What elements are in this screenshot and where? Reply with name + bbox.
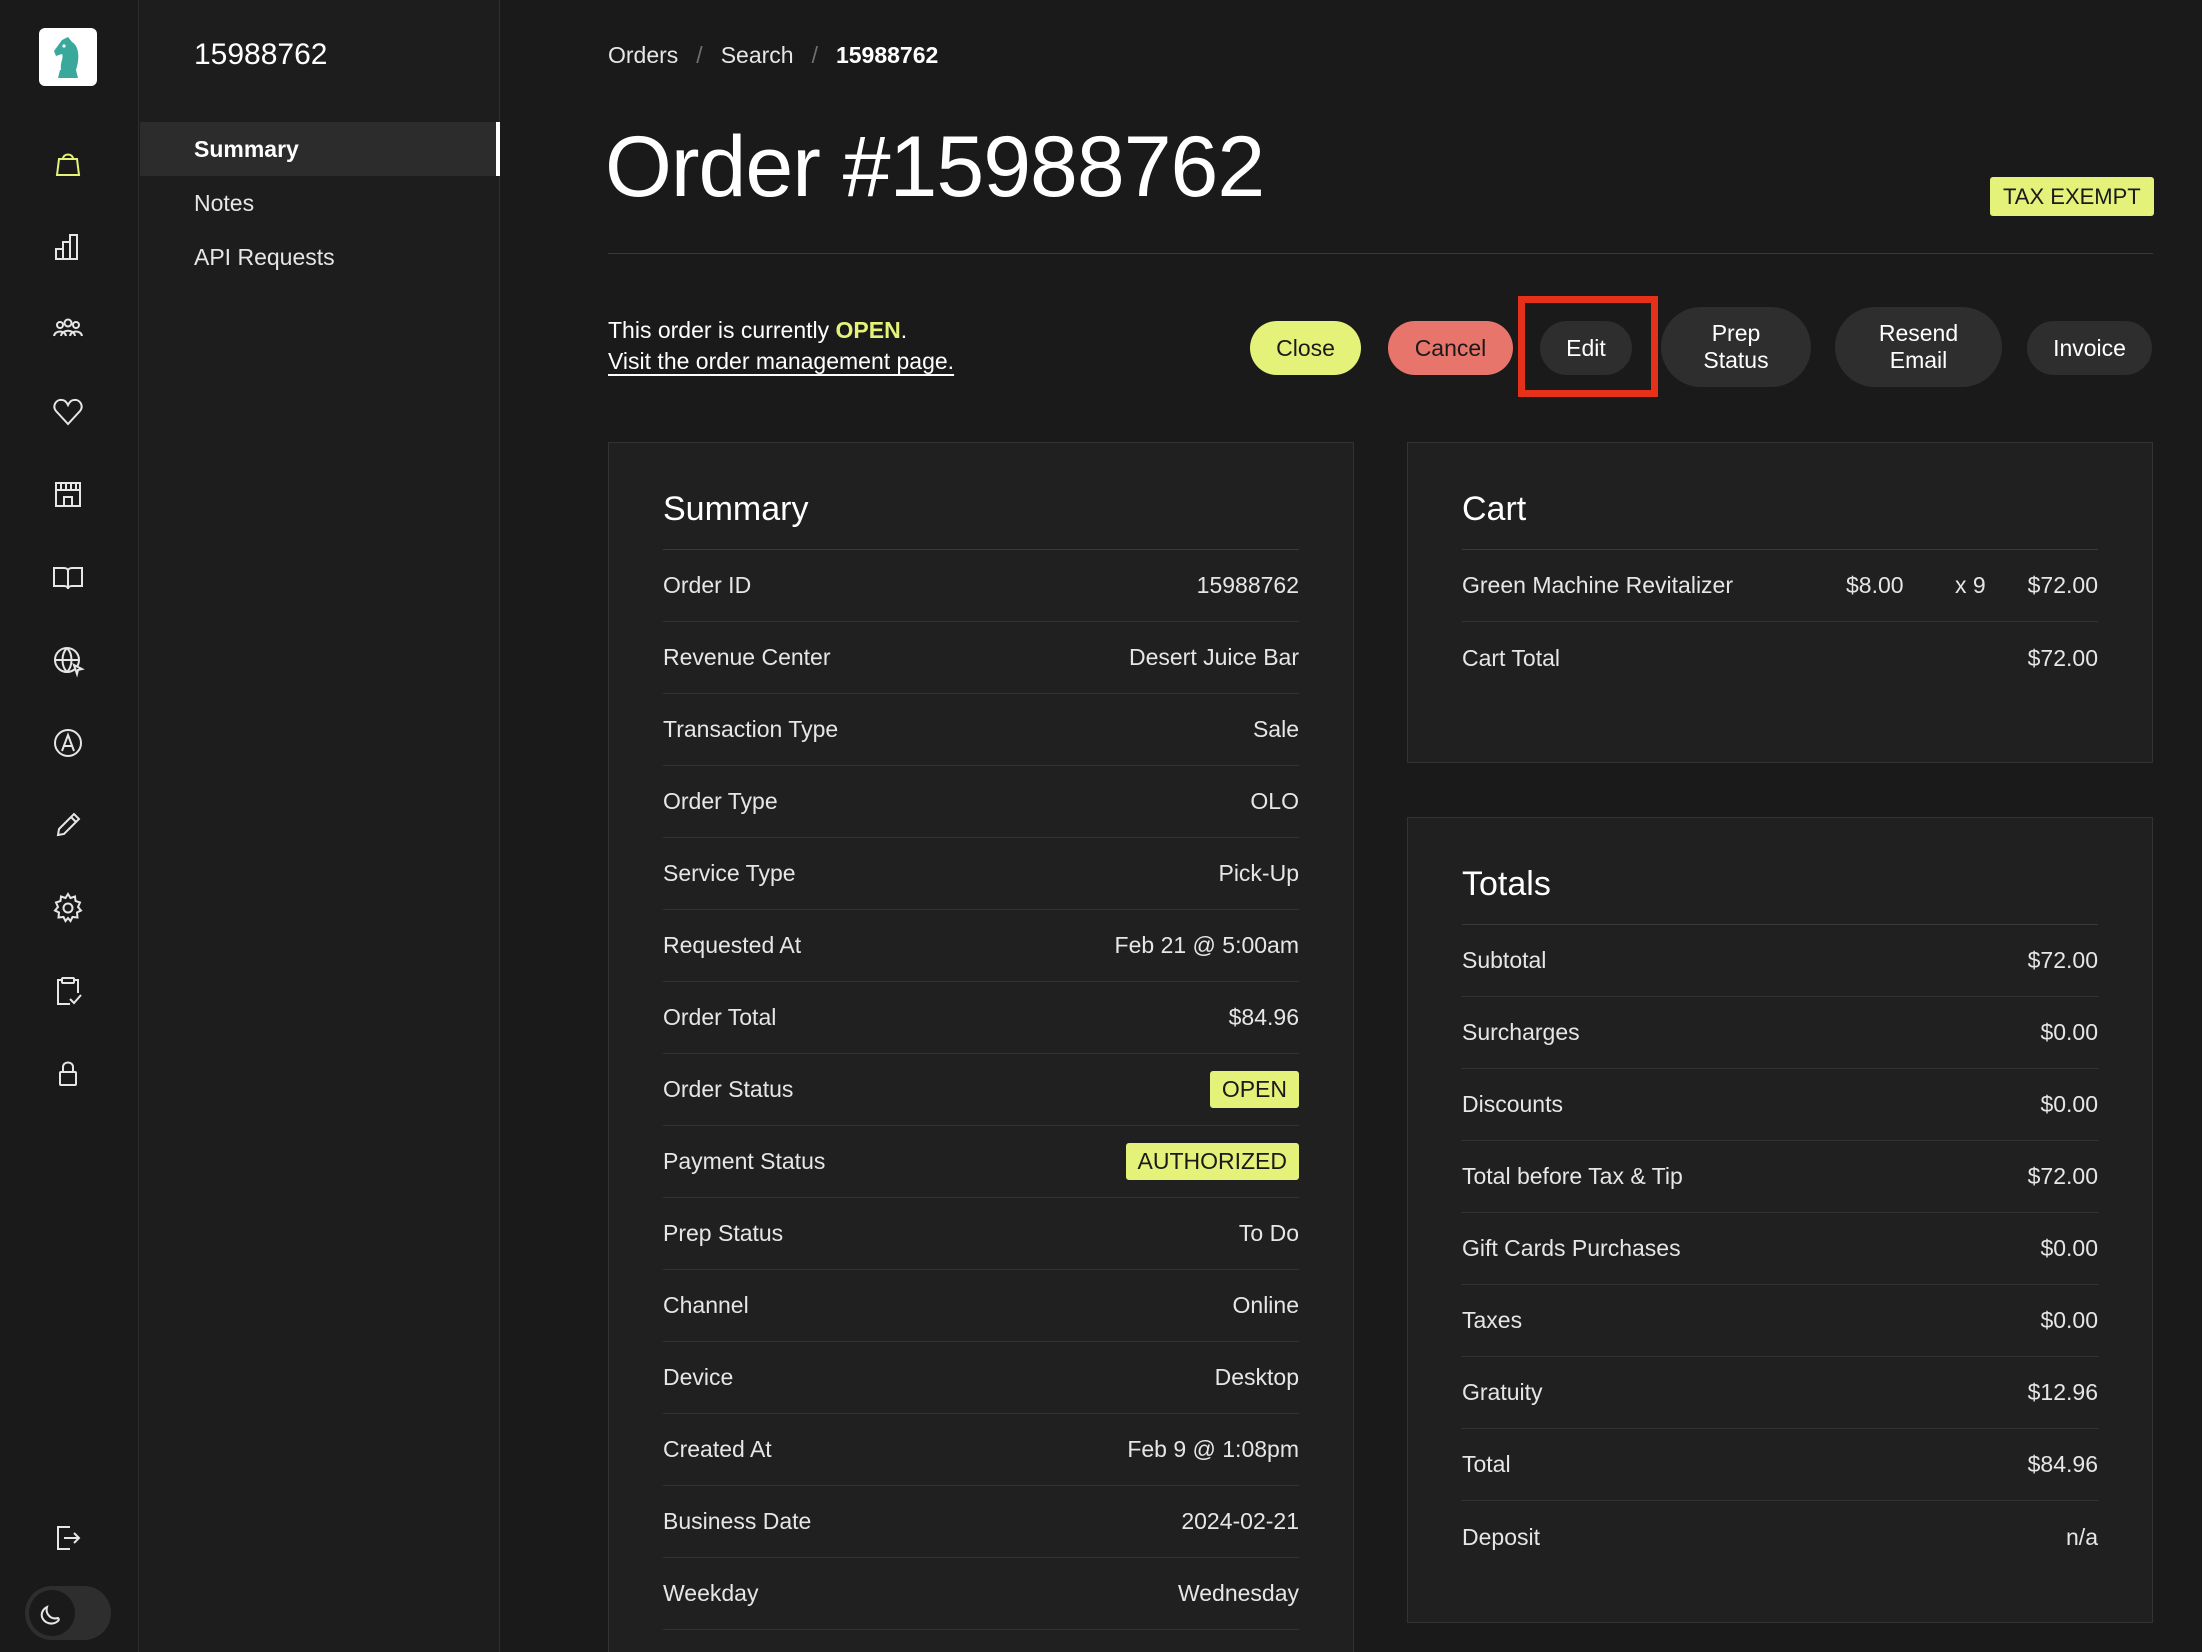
cart-item-row: Green Machine Revitalizer $8.00 x 9 $72.… — [1462, 550, 2098, 622]
totals-row: Taxes $0.00 — [1462, 1285, 2098, 1357]
prep-status-label: Prep Status — [1703, 320, 1769, 373]
title-divider — [608, 253, 2153, 254]
accounts-icon[interactable] — [45, 720, 91, 766]
clipboard-check-icon[interactable] — [45, 968, 91, 1014]
totals-row: Subtotal $72.00 — [1462, 925, 2098, 997]
payment-status-badge: AUTHORIZED — [1125, 1143, 1299, 1180]
totals-title: Totals — [1462, 865, 1551, 903]
order-status-badge: OPEN — [1209, 1071, 1299, 1108]
stores-icon[interactable] — [45, 471, 91, 517]
totals-row: Gratuity $12.96 — [1462, 1357, 2098, 1429]
order-management-link[interactable]: Visit the order management page. — [608, 346, 954, 377]
edit-order-button[interactable]: Edit — [1540, 321, 1632, 375]
breadcrumb-search[interactable]: Search — [721, 42, 794, 69]
cart-item-quantity: x 9 — [1955, 572, 1986, 598]
cart-card: Cart Green Machine Revitalizer $8.00 x 9… — [1407, 442, 2153, 763]
totals-row: Deposit n/a — [1462, 1523, 2098, 1550]
tax-exempt-badge: TAX EXEMPT — [1990, 177, 2154, 216]
reports-chart-icon[interactable] — [45, 224, 91, 270]
summary-title: Summary — [663, 490, 809, 528]
summary-row: Revenue Center Desert Juice Bar — [663, 622, 1299, 694]
section-nav-item-summary[interactable]: Summary — [140, 122, 500, 176]
summary-row: Transaction Type Sale — [663, 694, 1299, 766]
totals-row: Gift Cards Purchases $0.00 — [1462, 1213, 2098, 1285]
summary-row: Order Total $84.96 — [663, 982, 1299, 1054]
cart-item-name: Green Machine Revitalizer — [1462, 572, 1734, 598]
section-nav: 15988762 Summary Notes API Requests — [140, 0, 500, 1652]
breadcrumb-orders[interactable]: Orders — [608, 42, 678, 69]
summary-row: Weekday Wednesday — [663, 1558, 1299, 1630]
totals-card: Totals Subtotal $72.00 Surcharges $0.00 Di… — [1407, 817, 2153, 1623]
brand-logo[interactable] — [39, 28, 97, 86]
summary-row: Order ID 15988762 — [663, 550, 1299, 622]
close-order-button[interactable]: Close — [1250, 321, 1361, 375]
breadcrumb-current: 15988762 — [835, 42, 939, 68]
resend-email-button[interactable]: Resend Email — [1835, 307, 2002, 387]
totals-row: Total before Tax & Tip $72.00 — [1462, 1141, 2098, 1213]
totals-row: Discounts $0.00 — [1462, 1069, 2098, 1141]
summary-card: Summary Order ID 15988762 Revenue Center D… — [608, 442, 1354, 1652]
breadcrumb: Orders / Search / 15988762 — [608, 42, 938, 69]
cancel-order-button[interactable]: Cancel — [1388, 321, 1513, 375]
menus-book-icon[interactable] — [45, 555, 91, 601]
summary-row: Device Desktop — [663, 1342, 1299, 1414]
cart-title: Cart — [1462, 490, 1527, 528]
summary-row: Business Date 2024-02-21 — [663, 1486, 1299, 1558]
cart-item-price: $8.00 — [1846, 572, 1904, 598]
cart-total-row: Cart Total $72.00 — [1462, 644, 2098, 671]
summary-row: Requested At Feb 21 @ 5:00am — [663, 910, 1299, 982]
summary-row: Order Type OLO — [663, 766, 1299, 838]
status-sentence: This order is currently OPEN. — [608, 315, 954, 346]
customers-icon[interactable] — [45, 306, 91, 352]
icon-rail — [0, 0, 139, 1652]
loyalty-heart-icon[interactable] — [45, 389, 91, 435]
section-nav-item-notes[interactable]: Notes — [140, 176, 500, 230]
totals-row: Total $84.96 — [1462, 1429, 2098, 1501]
breadcrumb-separator: / — [696, 42, 703, 68]
moon-icon — [29, 1590, 75, 1636]
app-root: 15988762 Summary Notes API Requests Orde… — [0, 0, 2202, 1652]
invoice-button[interactable]: Invoice — [2027, 321, 2152, 375]
lock-icon[interactable] — [45, 1051, 91, 1097]
status-suffix: . — [900, 317, 908, 343]
summary-row: Order Status OPEN — [663, 1054, 1299, 1126]
totals-row: Surcharges $0.00 — [1462, 997, 2098, 1069]
page-title: Order #15988762 — [605, 119, 1265, 215]
knight-logo-icon — [54, 37, 79, 78]
summary-row: Created At Feb 9 @ 1:08pm — [663, 1414, 1299, 1486]
prep-status-button[interactable]: Prep Status — [1661, 307, 1811, 387]
status-prefix: This order is currently — [608, 317, 836, 343]
logout-icon[interactable] — [45, 1515, 91, 1561]
cart-item-total: $72.00 — [2027, 572, 2098, 598]
summary-row: Channel Online — [663, 1270, 1299, 1342]
theme-toggle[interactable] — [25, 1586, 111, 1640]
resend-email-label: Resend Email — [1878, 320, 1959, 373]
summary-row: Payment Status AUTHORIZED — [663, 1126, 1299, 1198]
order-status-message: This order is currently OPEN. Visit the … — [608, 315, 954, 377]
orders-bag-icon[interactable] — [45, 141, 91, 187]
breadcrumb-separator: / — [811, 42, 818, 68]
section-nav-item-api-requests[interactable]: API Requests — [140, 230, 500, 284]
web-icon[interactable] — [45, 638, 91, 684]
summary-row: Service Type Pick-Up — [663, 838, 1299, 910]
status-open-label: OPEN — [835, 317, 901, 343]
summary-row: Prep Status To Do — [663, 1198, 1299, 1270]
settings-gear-icon[interactable] — [45, 885, 91, 931]
main-content: Orders / Search / 15988762 Order #159887… — [501, 0, 2202, 1652]
design-pencil-icon[interactable] — [45, 802, 91, 848]
section-nav-title: 15988762 — [194, 38, 328, 71]
